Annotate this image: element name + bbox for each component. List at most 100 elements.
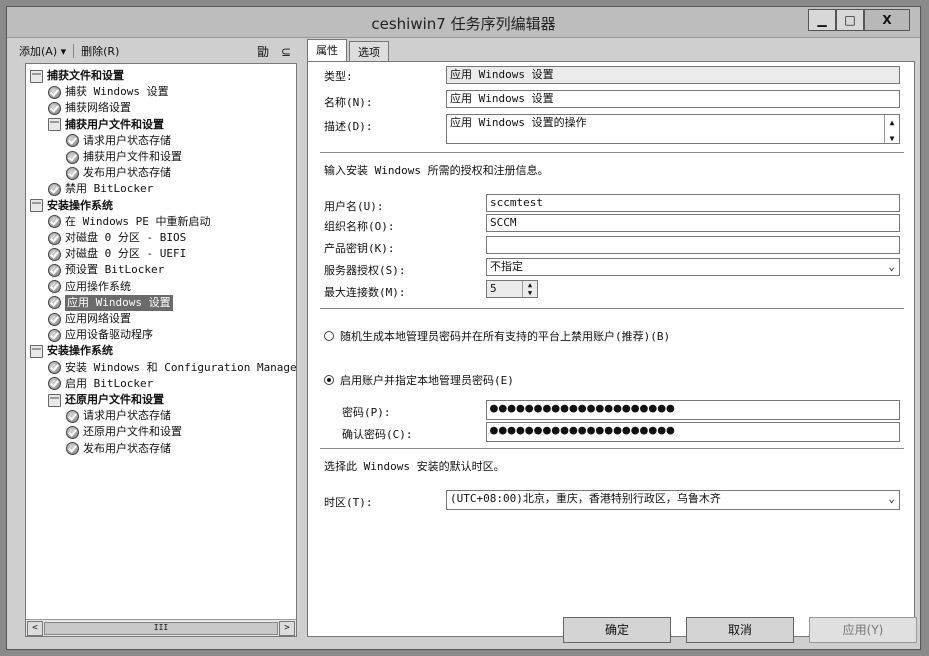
- folder-icon: [48, 118, 61, 132]
- tree-toolbar: 添加(A) ▾ 删除(R) 勖 ⊆: [15, 41, 299, 61]
- tree-item-label: 捕获用户文件和设置: [83, 150, 182, 163]
- check-circle-icon: [48, 247, 61, 261]
- close-button[interactable]: X: [864, 9, 910, 31]
- tree-step[interactable]: 应用操作系统: [48, 279, 131, 295]
- folder-icon: [48, 393, 61, 407]
- cancel-button[interactable]: 取消: [686, 617, 794, 643]
- properties-pane: 类型: 应用 Windows 设置 名称(N): 应用 Windows 设置 描…: [307, 61, 915, 637]
- tree-step[interactable]: 对磁盘 0 分区 - BIOS: [48, 230, 186, 246]
- tree-step[interactable]: 应用 Windows 设置: [48, 294, 173, 311]
- tree-group[interactable]: 捕获用户文件和设置: [48, 117, 164, 133]
- check-circle-icon: [66, 150, 79, 164]
- tree-step[interactable]: 请求用户状态存储: [66, 133, 171, 149]
- tree-step[interactable]: 捕获 Windows 设置: [48, 84, 169, 100]
- tree-item-label: 发布用户状态存储: [83, 441, 171, 455]
- server-license-select[interactable]: 不指定 ⌄: [486, 258, 900, 276]
- tab-options[interactable]: 选项: [349, 41, 389, 62]
- check-circle-icon: [48, 215, 61, 229]
- divider: [320, 152, 904, 153]
- tree-item-label: 在 Windows PE 中重新启动: [65, 214, 211, 228]
- tree-step[interactable]: 安装 Windows 和 Configuration Manager: [48, 360, 297, 376]
- horizontal-scrollbar[interactable]: < III >: [26, 619, 296, 636]
- radio-off-icon: [324, 331, 334, 341]
- scroll-thumb[interactable]: III: [44, 622, 278, 635]
- tree-step[interactable]: 对磁盘 0 分区 - UEFI: [48, 246, 186, 262]
- stepper-arrows-icon[interactable]: ▲ ▼: [522, 281, 537, 297]
- check-circle-icon: [48, 296, 61, 310]
- tree-item-label: 安装操作系统: [47, 198, 113, 212]
- tree-step[interactable]: 捕获用户文件和设置: [66, 149, 182, 165]
- check-circle-icon: [48, 182, 61, 196]
- password-label: 密码(P):: [342, 406, 391, 419]
- username-input[interactable]: sccmtest: [486, 194, 900, 212]
- tree-item-label: 应用设备驱动程序: [65, 328, 153, 342]
- tree-item-label: 请求用户状态存储: [83, 409, 171, 423]
- tree-step[interactable]: 启用 BitLocker: [48, 376, 153, 392]
- name-label: 名称(N):: [324, 96, 373, 109]
- tree-step[interactable]: 在 Windows PE 中重新启动: [48, 214, 210, 230]
- tree-item-label: 还原用户文件和设置: [65, 393, 164, 406]
- tree-group[interactable]: 捕获文件和设置: [30, 68, 124, 84]
- confirm-password-label: 确认密码(C):: [342, 428, 413, 441]
- folder-icon: [30, 199, 43, 213]
- description-scroll[interactable]: ▲ ▼: [884, 115, 899, 143]
- tree-item-label: 对磁盘 0 分区 - BIOS: [65, 231, 187, 244]
- folder-icon: [30, 344, 43, 358]
- minimize-button[interactable]: ▁: [808, 9, 836, 31]
- add-menu-button[interactable]: 添加(A) ▾: [15, 43, 70, 59]
- check-circle-icon: [66, 409, 79, 423]
- remove-button[interactable]: 删除(R): [77, 43, 123, 59]
- username-label: 用户名(U):: [324, 200, 384, 213]
- scroll-right-button[interactable]: >: [279, 621, 295, 636]
- check-circle-icon: [48, 328, 61, 342]
- name-input[interactable]: 应用 Windows 设置: [446, 90, 900, 108]
- ok-button[interactable]: 确定: [563, 617, 671, 643]
- specify-password-radio[interactable]: 启用账户并指定本地管理员密码(E): [324, 372, 514, 388]
- tree-item-label: 安装操作系统: [47, 344, 113, 358]
- tree-step[interactable]: 还原用户文件和设置: [66, 424, 182, 440]
- tree-group[interactable]: 还原用户文件和设置: [48, 392, 164, 408]
- tree-item-label: 应用 Windows 设置: [65, 294, 173, 311]
- check-circle-icon: [66, 442, 79, 456]
- organization-input[interactable]: SCCM: [486, 214, 900, 232]
- max-connections-stepper[interactable]: 5 ▲ ▼: [486, 280, 538, 298]
- tab-strip: 属性 选项: [307, 39, 391, 63]
- product-key-label: 产品密钥(K):: [324, 242, 395, 255]
- tree-item-label: 安装 Windows 和 Configuration Manager: [65, 360, 297, 374]
- chevron-down-icon: ⌄: [888, 260, 895, 273]
- tree-step[interactable]: 请求用户状态存储: [66, 408, 171, 424]
- type-field: 应用 Windows 设置: [446, 66, 900, 84]
- tree-step[interactable]: 禁用 BitLocker: [48, 181, 153, 197]
- tree-step[interactable]: 发布用户状态存储: [66, 165, 171, 181]
- random-password-label: 随机生成本地管理员密码并在所有支持的平台上禁用账户(推荐)(B): [340, 330, 671, 343]
- password-input[interactable]: ●●●●●●●●●●●●●●●●●●●●●: [486, 400, 900, 420]
- timezone-select[interactable]: (UTC+08:00)北京，重庆，香港特别行政区，乌鲁木齐 ⌄: [446, 490, 900, 510]
- task-sequence-editor-window: ceshiwin7 任务序列编辑器 ▁ □ X 添加(A) ▾ 删除(R) 勖 …: [6, 6, 921, 650]
- scroll-left-button[interactable]: <: [27, 621, 43, 636]
- move-icons[interactable]: 勖 ⊆: [257, 43, 295, 60]
- window-title: ceshiwin7 任务序列编辑器: [371, 15, 556, 33]
- tree-item-label: 还原用户文件和设置: [83, 425, 182, 439]
- check-circle-icon: [48, 231, 61, 245]
- check-circle-icon: [48, 377, 61, 391]
- random-password-radio[interactable]: 随机生成本地管理员密码并在所有支持的平台上禁用账户(推荐)(B): [324, 328, 670, 344]
- tree-step[interactable]: 应用设备驱动程序: [48, 327, 153, 343]
- folder-icon: [30, 69, 43, 83]
- product-key-input[interactable]: [486, 236, 900, 254]
- tree-group[interactable]: 安装操作系统: [30, 343, 113, 359]
- tree-group[interactable]: 安装操作系统: [30, 198, 113, 214]
- tree-step[interactable]: 预设置 BitLocker: [48, 262, 164, 278]
- check-circle-icon: [48, 312, 61, 326]
- tab-properties[interactable]: 属性: [307, 39, 347, 62]
- max-connections-value: 5: [490, 282, 497, 295]
- tree-item-label: 禁用 BitLocker: [65, 182, 154, 196]
- confirm-password-input[interactable]: ●●●●●●●●●●●●●●●●●●●●●: [486, 422, 900, 442]
- tree-step[interactable]: 捕获网络设置: [48, 100, 131, 116]
- tree-step[interactable]: 发布用户状态存储: [66, 441, 171, 457]
- maximize-button[interactable]: □: [836, 9, 864, 31]
- tree-step[interactable]: 应用网络设置: [48, 311, 131, 327]
- apply-button[interactable]: 应用(Y): [809, 617, 917, 643]
- tree-item-label: 应用网络设置: [65, 312, 131, 325]
- task-sequence-tree[interactable]: 捕获文件和设置 捕获 Windows 设置 捕获网络设置 捕获用户文件和设置 请求用户状…: [25, 63, 297, 637]
- description-input[interactable]: 应用 Windows 设置的操作 ▲ ▼: [446, 114, 900, 144]
